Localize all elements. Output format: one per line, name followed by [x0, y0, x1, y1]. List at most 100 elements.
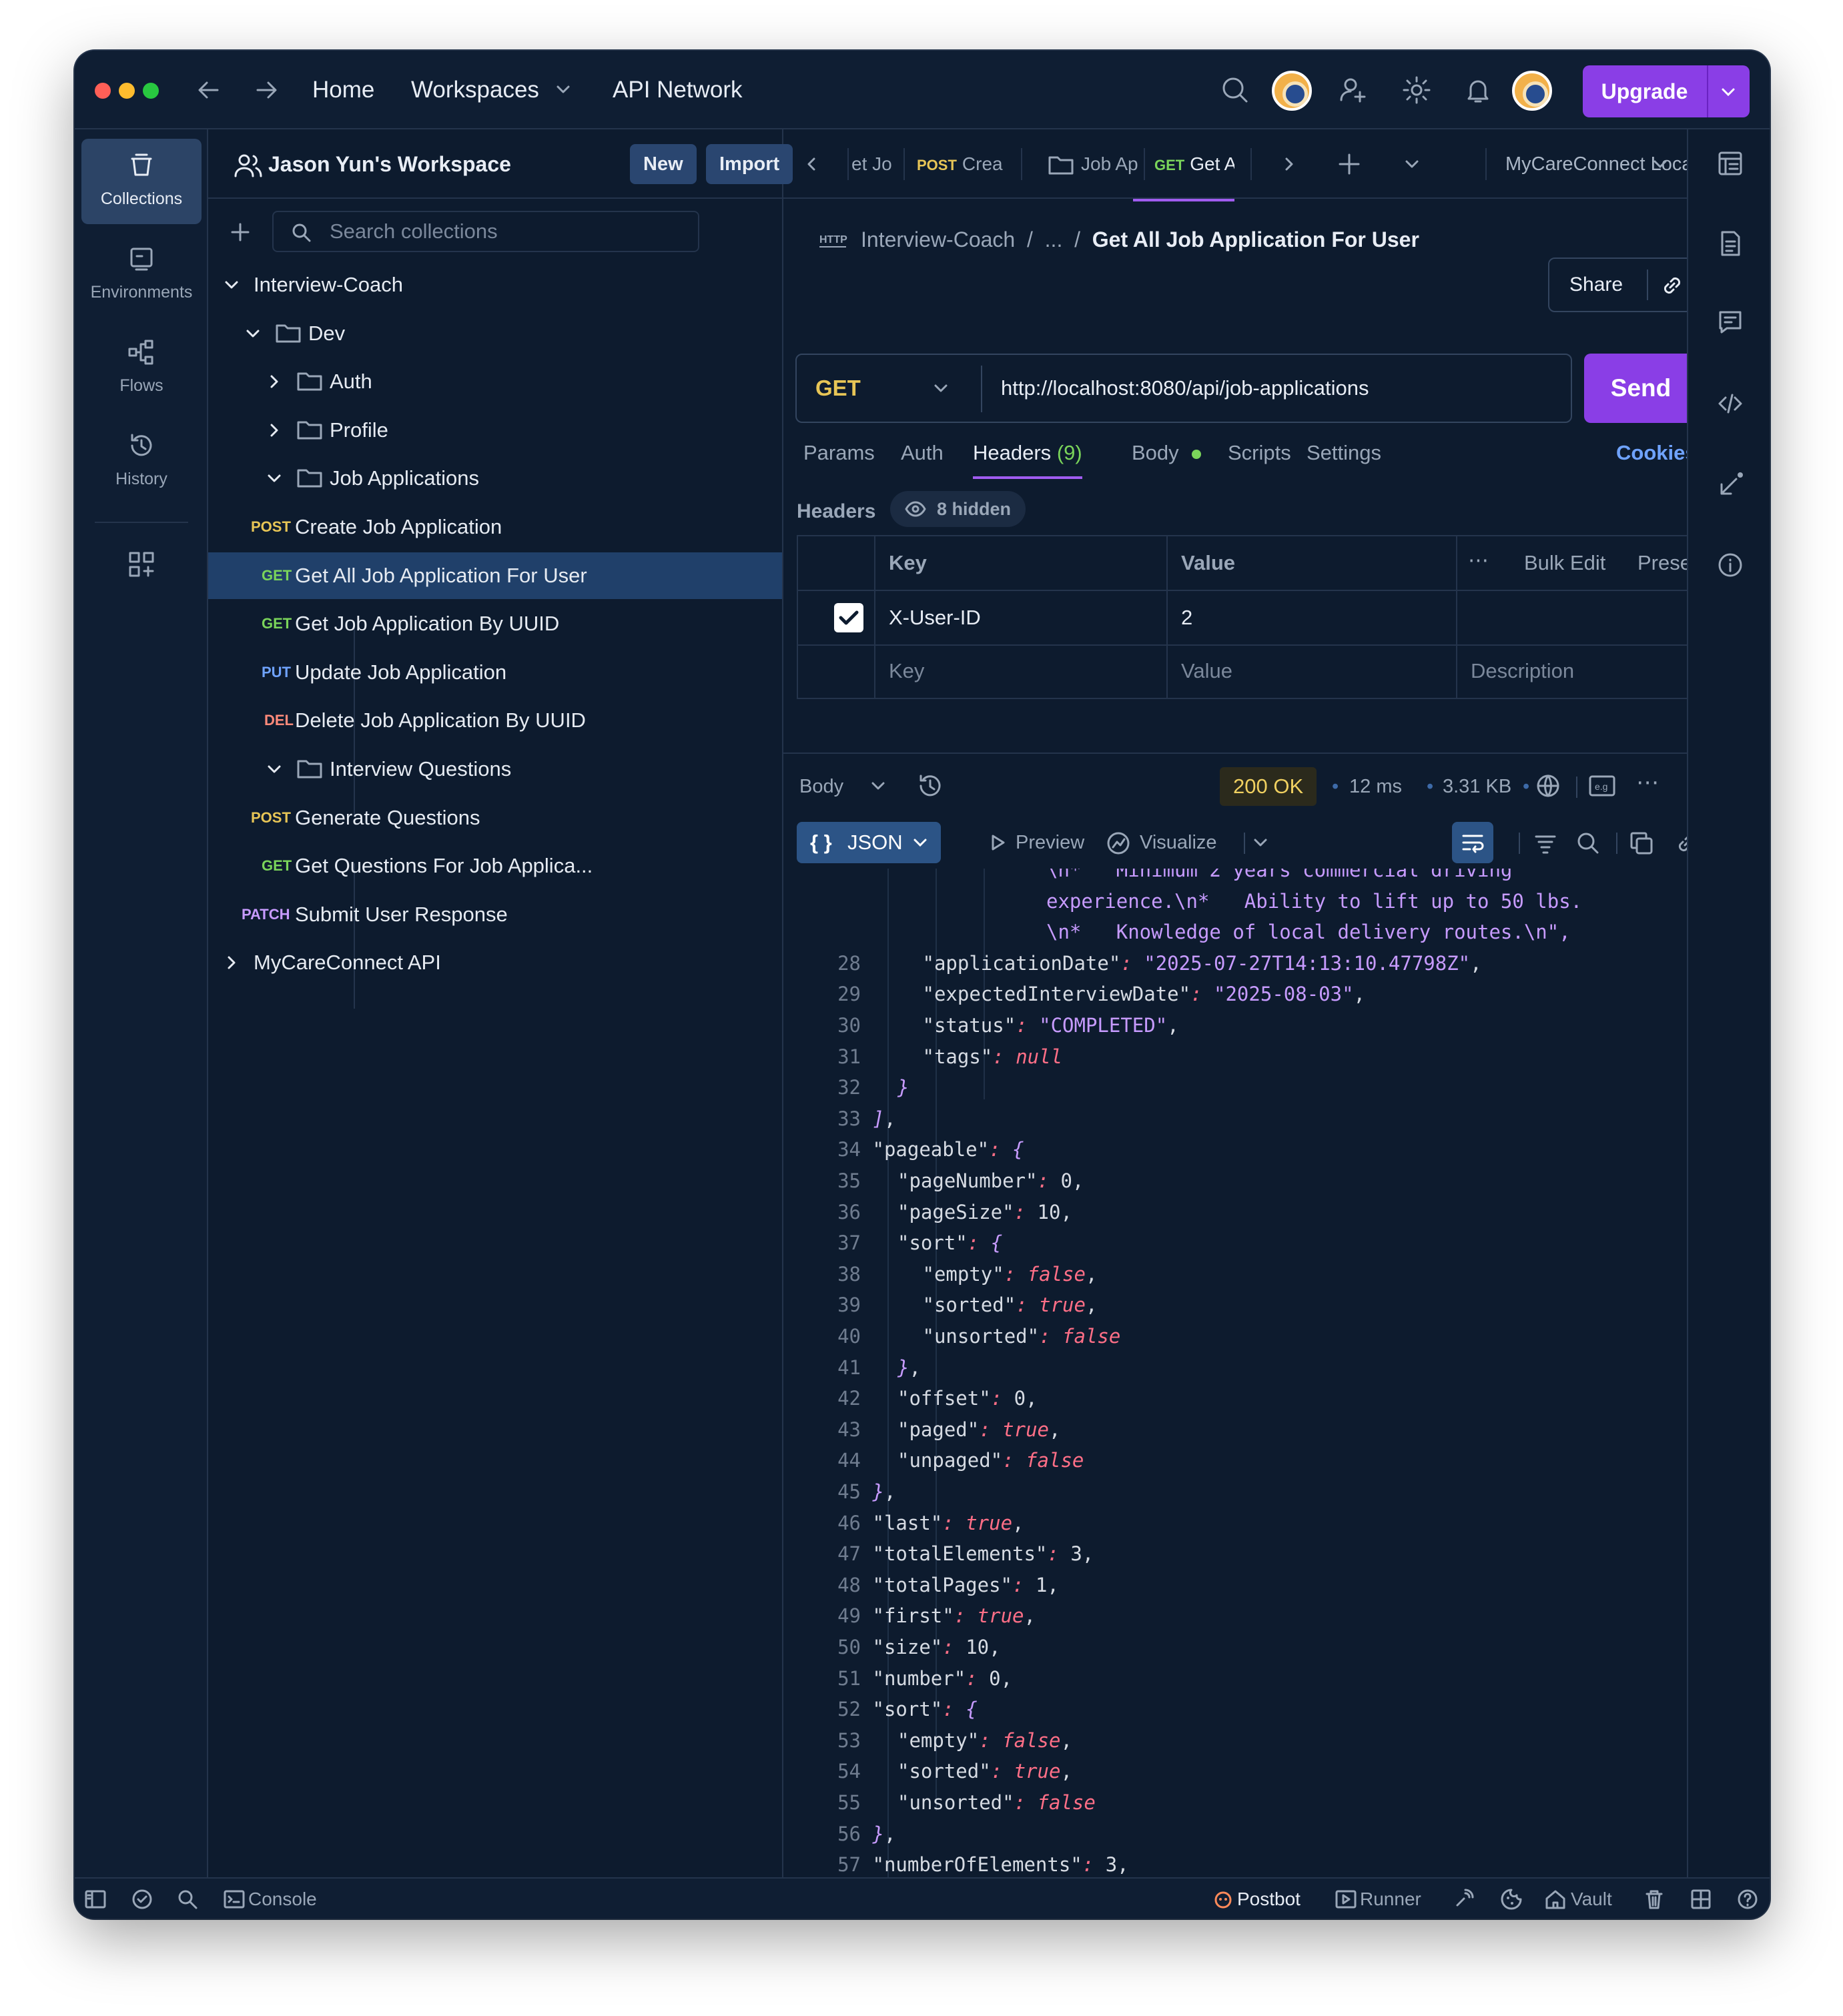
- vault-button[interactable]: Vault: [1571, 1879, 1612, 1919]
- folder-item-profile[interactable]: Profile: [208, 407, 782, 454]
- copy-link-icon[interactable]: [1659, 272, 1686, 299]
- search-icon[interactable]: [1575, 830, 1601, 857]
- response-body-dropdown[interactable]: Body: [799, 763, 843, 810]
- tab-folder[interactable]: Job Ap: [1081, 129, 1138, 199]
- chevron-down-icon[interactable]: [1250, 833, 1270, 853]
- preview-button[interactable]: Preview: [1016, 819, 1084, 866]
- tab-request-1[interactable]: et Jo: [851, 129, 899, 199]
- table-view-icon[interactable]: [1716, 149, 1744, 177]
- share-button[interactable]: Share: [1548, 258, 1704, 312]
- tab-scripts[interactable]: Scripts: [1228, 423, 1291, 483]
- tab-auth[interactable]: Auth: [901, 423, 944, 483]
- request-item-submit-user-response[interactable]: PATCH Submit User Response: [208, 891, 782, 938]
- new-description-input[interactable]: Description: [1471, 644, 1574, 698]
- history-icon[interactable]: [917, 773, 944, 799]
- request-item-generate-questions[interactable]: POST Generate Questions: [208, 795, 782, 841]
- tab-body[interactable]: Body: [1132, 423, 1179, 483]
- nav-api-network[interactable]: API Network: [613, 71, 743, 109]
- collection-item-interview-coach[interactable]: Interview-Coach: [208, 262, 782, 308]
- user-avatar[interactable]: [1512, 71, 1552, 111]
- code-icon[interactable]: [1716, 390, 1744, 418]
- format-json-dropdown[interactable]: { } JSON: [797, 822, 941, 863]
- breadcrumb-ellipsis[interactable]: ...: [1045, 227, 1063, 251]
- new-button[interactable]: New: [630, 144, 697, 184]
- rail-item-collections[interactable]: Collections: [81, 139, 202, 224]
- request-name[interactable]: Get All Job Application For User: [1092, 227, 1419, 251]
- info-icon[interactable]: [1716, 551, 1744, 579]
- new-key-input[interactable]: Key: [889, 644, 924, 698]
- capture-icon[interactable]: [1452, 1888, 1475, 1911]
- request-item-get-questions-for-job-applica[interactable]: GET Get Questions For Job Applica...: [208, 843, 782, 889]
- filter-icon[interactable]: [1532, 830, 1559, 857]
- header-key-cell[interactable]: X-User-ID: [889, 591, 981, 644]
- chevron-right-icon[interactable]: [263, 419, 286, 442]
- forward-arrow-icon[interactable]: [250, 73, 283, 107]
- trash-icon[interactable]: [1643, 1888, 1666, 1911]
- layout-icon[interactable]: [1690, 1888, 1712, 1911]
- nav-workspaces[interactable]: Workspaces: [411, 71, 539, 109]
- bell-icon[interactable]: [1461, 73, 1495, 107]
- request-item-delete-job-application-by-uuid[interactable]: DEL Delete Job Application By UUID: [208, 697, 782, 744]
- copy-icon[interactable]: [1628, 830, 1655, 857]
- sync-status-icon[interactable]: [131, 1888, 153, 1911]
- new-value-input[interactable]: Value: [1181, 644, 1232, 698]
- chevron-down-icon[interactable]: [220, 274, 243, 296]
- chevron-down-icon[interactable]: [867, 775, 889, 797]
- tab-scroll-right-icon[interactable]: [1278, 153, 1300, 175]
- import-button[interactable]: Import: [706, 144, 793, 184]
- chevron-down-icon[interactable]: [263, 758, 286, 781]
- find-icon[interactable]: [176, 1888, 199, 1911]
- hidden-headers-toggle[interactable]: 8 hidden: [890, 491, 1026, 527]
- upgrade-button[interactable]: Upgrade: [1583, 65, 1750, 117]
- chevron-right-icon[interactable]: [220, 951, 243, 974]
- zoom-window-button[interactable]: [143, 83, 159, 99]
- search-icon[interactable]: [1218, 73, 1252, 107]
- tab-scroll-left-icon[interactable]: [801, 153, 822, 175]
- chevron-down-icon[interactable]: [1649, 153, 1671, 175]
- new-tab-icon[interactable]: [1336, 151, 1363, 177]
- chevron-down-icon[interactable]: [1716, 80, 1740, 104]
- tab-request-2[interactable]: POST Crea: [917, 129, 1017, 199]
- more-options-icon[interactable]: ⋯: [1468, 534, 1489, 587]
- related-collections-icon[interactable]: [1716, 471, 1744, 499]
- runner-button[interactable]: Runner: [1360, 1879, 1421, 1919]
- rail-item-history[interactable]: History: [81, 419, 202, 504]
- comments-icon[interactable]: [1716, 308, 1744, 336]
- documentation-icon[interactable]: [1716, 229, 1744, 258]
- bulk-edit-link[interactable]: Bulk Edit: [1524, 536, 1605, 590]
- more-options-icon[interactable]: ⋯: [1636, 759, 1659, 806]
- chevron-right-icon[interactable]: [263, 370, 286, 393]
- minimize-window-button[interactable]: [119, 83, 135, 99]
- cookie-icon[interactable]: [1500, 1888, 1523, 1911]
- rail-item-environments[interactable]: Environments: [81, 232, 202, 318]
- tab-settings[interactable]: Settings: [1307, 423, 1381, 483]
- close-window-button[interactable]: [95, 83, 111, 99]
- workspace-title[interactable]: Jason Yun's Workspace: [268, 144, 511, 184]
- tab-headers[interactable]: Headers (9): [973, 423, 1082, 483]
- back-arrow-icon[interactable]: [192, 73, 226, 107]
- chevron-down-icon[interactable]: [242, 322, 264, 345]
- help-icon[interactable]: [1736, 1888, 1759, 1911]
- console-button[interactable]: Console: [248, 1879, 317, 1919]
- chevron-down-icon[interactable]: [263, 467, 286, 490]
- wrap-lines-button[interactable]: [1452, 822, 1493, 863]
- header-enabled-checkbox[interactable]: [834, 603, 863, 632]
- chevron-down-icon[interactable]: [930, 378, 952, 399]
- breadcrumb-collection[interactable]: Interview-Coach: [861, 227, 1015, 251]
- toggle-sidebar-icon[interactable]: [84, 1888, 107, 1911]
- request-item-update-job-application[interactable]: PUT Update Job Application: [208, 649, 782, 696]
- globe-icon[interactable]: [1535, 773, 1561, 799]
- postbot-button[interactable]: Postbot: [1237, 1879, 1301, 1919]
- invite-user-icon[interactable]: [1337, 73, 1371, 107]
- chevron-down-icon[interactable]: [551, 77, 575, 101]
- folder-item-job-applications[interactable]: Job Applications: [208, 455, 782, 502]
- search-collections-field[interactable]: Search collections: [272, 211, 699, 252]
- gear-icon[interactable]: [1400, 73, 1433, 107]
- header-value-cell[interactable]: 2: [1181, 591, 1192, 644]
- add-collection-icon[interactable]: [228, 220, 252, 244]
- rail-item-flows[interactable]: Flows: [81, 326, 202, 411]
- nav-home[interactable]: Home: [312, 71, 374, 109]
- add-module-icon[interactable]: [127, 550, 156, 579]
- folder-item-auth[interactable]: Auth: [208, 358, 782, 405]
- visualize-button[interactable]: Visualize: [1140, 819, 1217, 866]
